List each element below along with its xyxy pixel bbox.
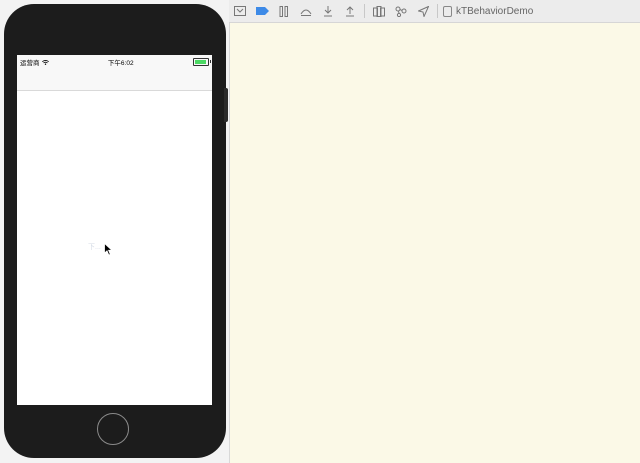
carrier-label: 运营商 xyxy=(20,60,40,67)
simulator-screen[interactable]: 运营商 下午6:02 下... xyxy=(17,55,212,405)
power-button[interactable] xyxy=(224,88,228,122)
pause-icon[interactable] xyxy=(273,0,295,22)
battery-tip xyxy=(210,60,211,63)
iphone-simulator: 运营商 下午6:02 下... xyxy=(4,4,226,458)
status-bar: 运营商 下午6:02 xyxy=(17,55,212,69)
step-over-icon[interactable] xyxy=(295,0,317,22)
scheme-name[interactable]: kTBehaviorDemo xyxy=(456,6,533,17)
battery-fill xyxy=(195,60,206,64)
home-button[interactable] xyxy=(97,413,129,445)
navigation-bar xyxy=(17,69,212,91)
carrier-group: 运营商 xyxy=(20,57,49,67)
mouse-cursor-icon xyxy=(104,243,113,256)
debug-view-hierarchy-icon[interactable] xyxy=(368,0,390,22)
debug-toolbar: kTBehaviorDemo xyxy=(229,0,640,23)
toolbar-separator xyxy=(437,4,438,18)
breakpoint-icon[interactable] xyxy=(251,0,273,22)
view-controller-content[interactable]: 下... xyxy=(17,91,212,405)
clock: 下午6:02 xyxy=(107,60,134,67)
memory-graph-icon[interactable] xyxy=(390,0,412,22)
view-debugger-icon[interactable] xyxy=(229,0,251,22)
step-into-icon[interactable] xyxy=(317,0,339,22)
scheme-app-icon xyxy=(441,0,453,22)
debug-canvas xyxy=(229,23,640,463)
faint-label: 下... xyxy=(88,244,101,251)
location-icon[interactable] xyxy=(412,0,434,22)
step-out-icon[interactable] xyxy=(339,0,361,22)
battery-icon xyxy=(193,58,211,66)
toolbar-separator xyxy=(364,4,365,18)
wifi-icon xyxy=(41,59,49,65)
